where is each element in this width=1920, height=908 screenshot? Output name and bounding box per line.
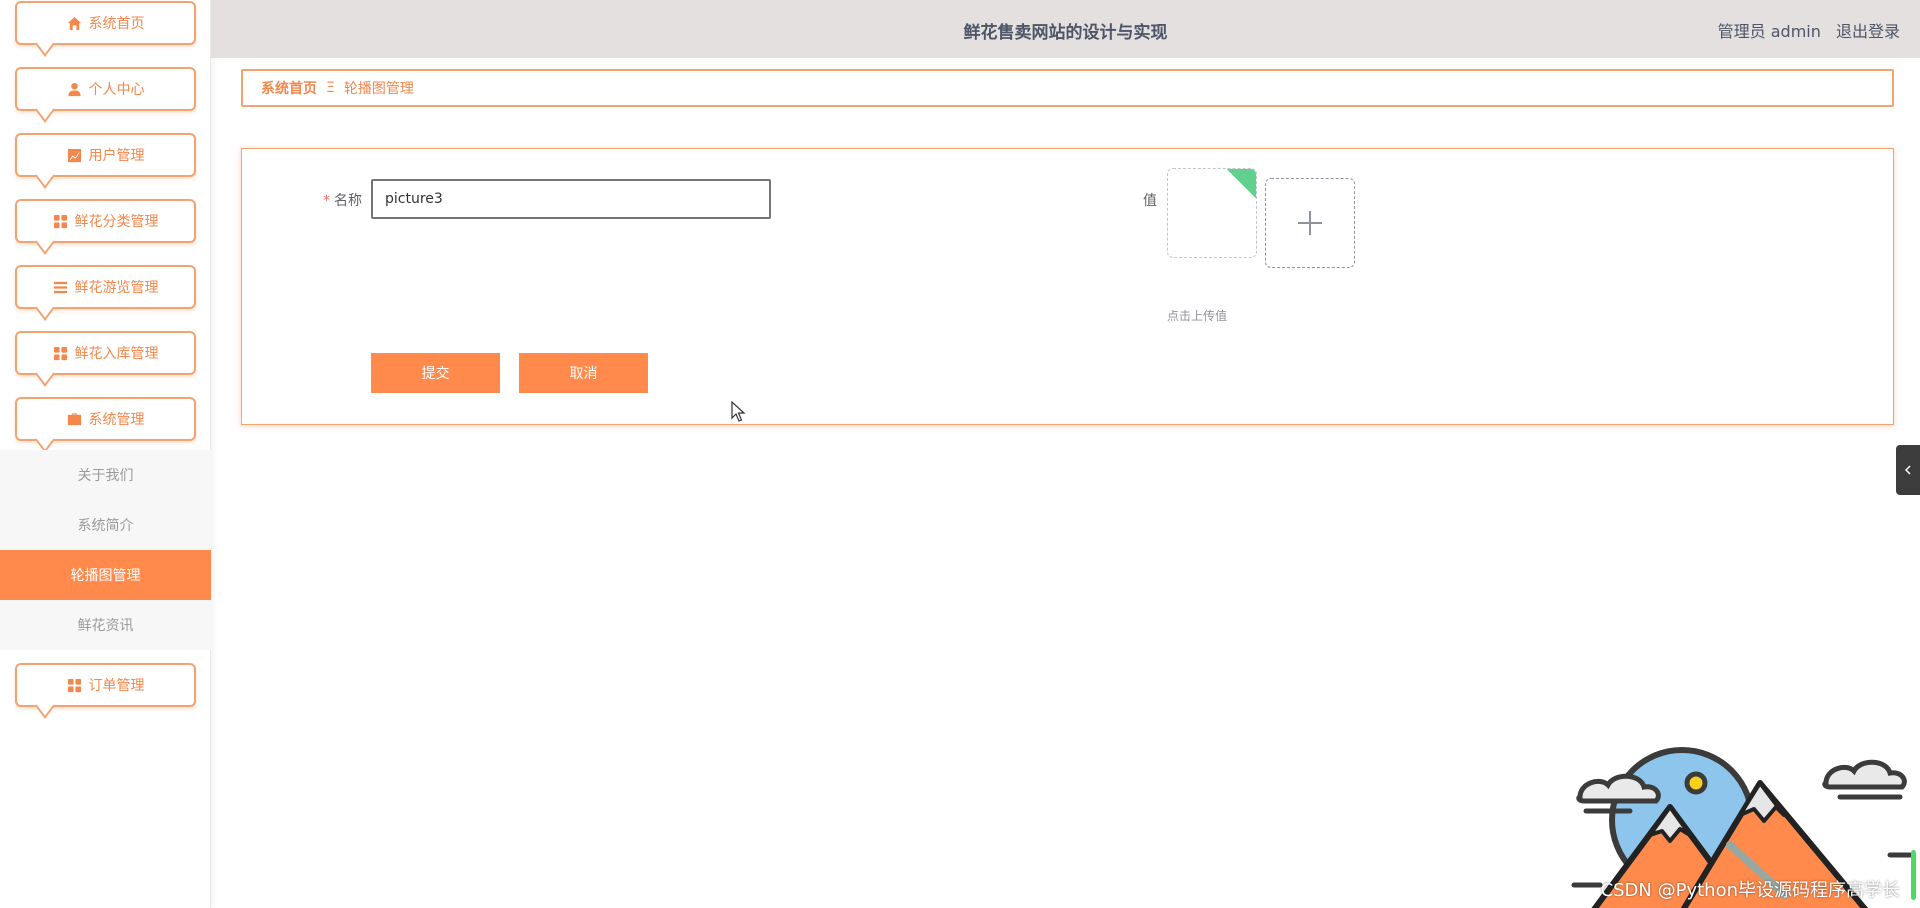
upload-tip: 点击上传值 (1167, 309, 1228, 323)
briefcase-icon (67, 411, 83, 427)
image-upload-button[interactable] (1265, 178, 1355, 268)
sidebar-item-system[interactable]: 系统管理 (15, 397, 196, 441)
breadcrumb-current: 轮播图管理 (343, 81, 414, 97)
chart-icon (67, 147, 83, 163)
sidebar-item-label: 个人中心 (88, 82, 145, 98)
logout-button[interactable]: 退出登录 (1836, 22, 1900, 41)
chevron-left-icon (1904, 465, 1911, 475)
value-field-label: 值 (1143, 193, 1157, 209)
top-header: 鲜花售卖网站的设计与实现 管理员 admin 退出登录 (211, 0, 1920, 58)
home-icon (67, 15, 83, 31)
uploaded-image-thumbnail[interactable] (1167, 168, 1257, 258)
plus-icon (1298, 211, 1322, 235)
sidebar-item-users[interactable]: 用户管理 (15, 133, 196, 177)
system-submenu: 关于我们 系统简介 轮播图管理 鲜花资讯 (0, 450, 211, 650)
name-label-text: 名称 (334, 193, 362, 209)
user-icon (67, 81, 83, 97)
breadcrumb-home[interactable]: 系统首页 (261, 78, 317, 98)
sidebar-item-profile[interactable]: 个人中心 (15, 67, 196, 111)
sidebar-item-label: 鲜花入库管理 (74, 346, 159, 362)
page-title: 鲜花售卖网站的设计与实现 (963, 23, 1168, 43)
sidebar-item-orders[interactable]: 订单管理 (15, 663, 196, 707)
sidebar-item-label: 鲜花游览管理 (74, 280, 159, 296)
name-field-label: * 名称 (323, 190, 362, 210)
submenu-item-carousel[interactable]: 轮播图管理 (0, 550, 211, 600)
breadcrumb-separator: Ξ (326, 80, 335, 96)
required-mark: * (323, 193, 330, 209)
grid-icon (67, 677, 83, 693)
sidebar-item-flower-stock[interactable]: 鲜花入库管理 (15, 331, 196, 375)
watermark: CSDN @Python毕设源码程序高学长 (1600, 880, 1900, 901)
grid-icon (53, 345, 69, 361)
sidebar-item-label: 用户管理 (88, 148, 145, 164)
sidebar: 系统首页 个人中心 用户管理 鲜花分类管理 鲜花游览管理 鲜花入库管理 系统管理… (0, 0, 211, 908)
submenu-item-intro[interactable]: 系统简介 (0, 500, 211, 550)
page: 系统首页 个人中心 用户管理 鲜花分类管理 鲜花游览管理 鲜花入库管理 系统管理… (0, 0, 1920, 908)
user-label: 管理员 admin (1717, 22, 1821, 41)
name-input[interactable] (371, 179, 771, 219)
sidebar-item-label: 系统首页 (88, 16, 145, 32)
sidebar-item-flower-browse[interactable]: 鲜花游览管理 (15, 265, 196, 309)
grid-icon (53, 213, 69, 229)
mouse-cursor-icon (731, 401, 746, 422)
header-user-area: 管理员 admin 退出登录 (1708, 18, 1900, 42)
list-icon (53, 279, 69, 295)
scroll-indicator (1911, 850, 1916, 900)
submit-button[interactable]: 提交 (371, 353, 500, 393)
sidebar-item-label: 系统管理 (88, 412, 145, 428)
sidebar-item-home[interactable]: 系统首页 (15, 1, 196, 45)
breadcrumb: 系统首页 Ξ 轮播图管理 (241, 69, 1894, 107)
sidebar-item-flower-category[interactable]: 鲜花分类管理 (15, 199, 196, 243)
submenu-item-about[interactable]: 关于我们 (0, 450, 211, 500)
sidebar-item-label: 订单管理 (88, 678, 145, 694)
sidebar-item-label: 鲜花分类管理 (74, 214, 159, 230)
cancel-button[interactable]: 取消 (519, 353, 648, 393)
carousel-edit-form: *名称 值 点击上传值 提交 取消 (241, 148, 1894, 425)
upload-success-corner (1222, 169, 1256, 202)
side-panel-toggle[interactable] (1896, 445, 1920, 495)
submenu-item-news[interactable]: 鲜花资讯 (0, 600, 211, 650)
